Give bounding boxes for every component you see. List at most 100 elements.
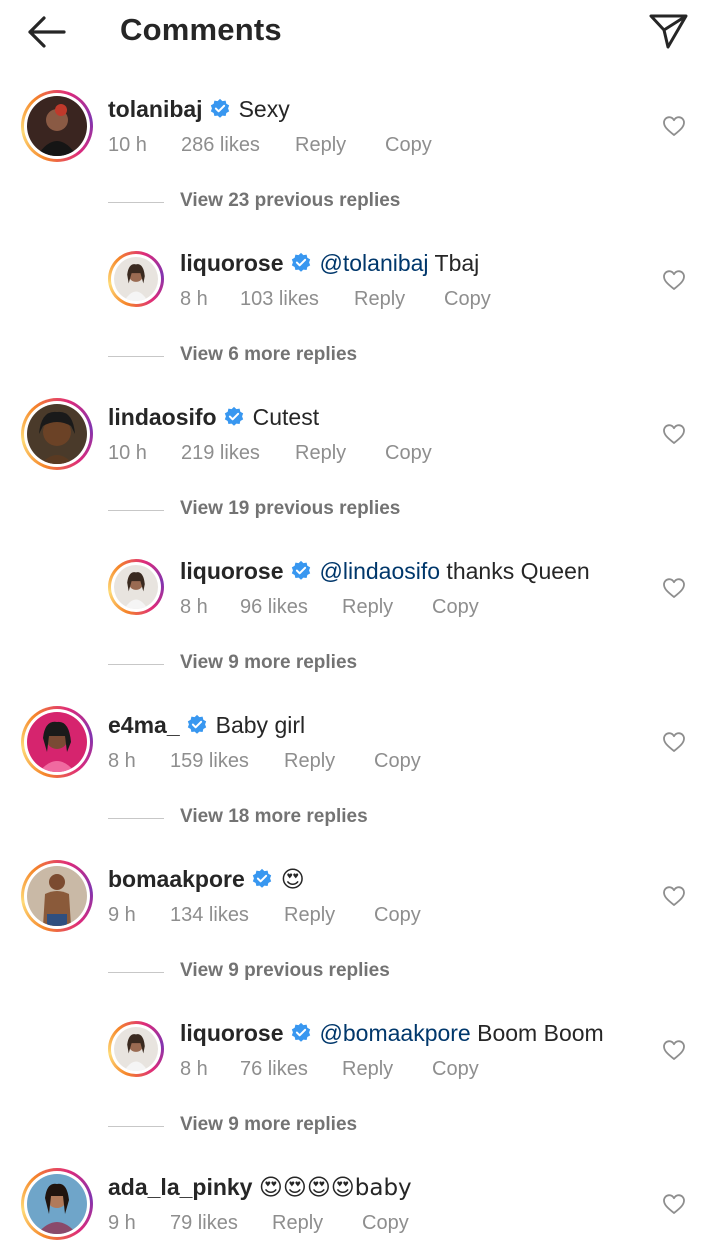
paper-plane-icon: [649, 14, 688, 49]
comment-username[interactable]: lindaosifo: [108, 404, 217, 430]
avatar[interactable]: [21, 860, 93, 932]
comment-text: 😍😍😍😍baby: [258, 1175, 412, 1201]
copy-button[interactable]: Copy: [385, 134, 432, 157]
view-more-label: View 6 more replies: [180, 344, 358, 365]
view-replies-label: View 18 more replies: [180, 806, 368, 827]
comment-username[interactable]: tolanibaj: [108, 96, 203, 122]
comment-body: e4ma_ Baby girl: [108, 712, 305, 739]
view-more-label: View 9 more replies: [180, 1114, 358, 1135]
reply-button[interactable]: Reply: [284, 750, 335, 773]
reply-button[interactable]: Reply: [342, 596, 393, 619]
reply-button[interactable]: Reply: [284, 904, 335, 927]
avatar[interactable]: [108, 251, 164, 307]
reply-username[interactable]: liquorose: [180, 1020, 284, 1046]
avatar-photo: [27, 1174, 87, 1234]
reply-body: liquorose @lindaosifo thanks Queen: [180, 558, 590, 585]
heart-icon[interactable]: [662, 885, 686, 907]
reply-text: thanks Queen: [440, 558, 590, 584]
comment-body: lindaosifo Cutest: [108, 404, 319, 431]
reply-text: Tbaj: [428, 250, 480, 276]
avatar[interactable]: [21, 398, 93, 470]
heart-icon[interactable]: [662, 1193, 686, 1215]
heart-icon[interactable]: [662, 577, 686, 599]
avatar[interactable]: [108, 559, 164, 615]
reply-time: 8 h: [180, 1058, 208, 1080]
comment-time: 10 h: [108, 134, 147, 156]
comment-text: Sexy: [238, 96, 290, 122]
reply-button[interactable]: Reply: [272, 1212, 323, 1235]
avatar[interactable]: [108, 1021, 164, 1077]
likes-count[interactable]: 103 likes: [240, 288, 319, 311]
comment-username[interactable]: ada_la_pinky: [108, 1174, 252, 1200]
copy-button[interactable]: Copy: [374, 750, 421, 773]
likes-count[interactable]: 219 likes: [181, 442, 260, 465]
likes-count[interactable]: 79 likes: [170, 1212, 238, 1235]
divider-line: [108, 972, 164, 973]
comment-text: 😍: [280, 867, 305, 893]
heart-icon[interactable]: [662, 269, 686, 291]
comment-body: bomaakpore 😍: [108, 866, 305, 893]
comment-body: tolanibaj Sexy: [108, 96, 290, 123]
page-title: Comments: [120, 12, 282, 47]
comment-text: Baby girl: [215, 712, 306, 738]
view-replies-label: View 19 previous replies: [180, 498, 401, 519]
verified-badge-icon: [291, 1022, 310, 1042]
comment-text: Cutest: [252, 404, 320, 430]
verified-badge-icon: [252, 868, 271, 888]
divider-line: [108, 1126, 164, 1127]
divider-line: [108, 202, 164, 203]
heart-icon[interactable]: [662, 1039, 686, 1061]
back-button[interactable]: [24, 12, 68, 52]
arrow-left-icon: [28, 16, 66, 48]
comment-time: 9 h: [108, 1212, 136, 1234]
avatar[interactable]: [21, 1168, 93, 1240]
avatar-photo: [114, 565, 158, 609]
comment-time: 9 h: [108, 904, 136, 926]
reply-button[interactable]: Reply: [295, 134, 346, 157]
copy-button[interactable]: Copy: [385, 442, 432, 465]
reply-button[interactable]: Reply: [354, 288, 405, 311]
verified-badge-icon: [291, 560, 310, 580]
likes-count[interactable]: 76 likes: [240, 1058, 308, 1081]
header-bar: Comments: [0, 0, 720, 64]
comment-time: 8 h: [108, 750, 136, 772]
reply-username[interactable]: liquorose: [180, 558, 284, 584]
reply-button[interactable]: Reply: [295, 442, 346, 465]
comment-body: ada_la_pinky 😍😍😍😍baby: [108, 1174, 412, 1201]
copy-button[interactable]: Copy: [362, 1212, 409, 1235]
avatar-photo: [27, 404, 87, 464]
likes-count[interactable]: 96 likes: [240, 596, 308, 619]
divider-line: [108, 818, 164, 819]
copy-button[interactable]: Copy: [432, 1058, 479, 1081]
reply-username[interactable]: liquorose: [180, 250, 284, 276]
avatar-photo: [114, 257, 158, 301]
likes-count[interactable]: 159 likes: [170, 750, 249, 773]
mention-link[interactable]: @bomaakpore: [320, 1020, 471, 1046]
reply-body: liquorose @tolanibaj Tbaj: [180, 250, 479, 277]
view-replies-label: View 9 previous replies: [180, 960, 390, 981]
comment-username[interactable]: bomaakpore: [108, 866, 245, 892]
heart-icon[interactable]: [662, 731, 686, 753]
copy-button[interactable]: Copy: [444, 288, 491, 311]
heart-icon[interactable]: [662, 423, 686, 445]
view-replies-label: View 23 previous replies: [180, 190, 401, 211]
copy-button[interactable]: Copy: [374, 904, 421, 927]
mention-link[interactable]: @lindaosifo: [320, 558, 441, 584]
avatar-photo: [27, 96, 87, 156]
verified-badge-icon: [224, 406, 243, 426]
copy-button[interactable]: Copy: [432, 596, 479, 619]
avatar[interactable]: [21, 706, 93, 778]
avatar[interactable]: [21, 90, 93, 162]
reply-button[interactable]: Reply: [342, 1058, 393, 1081]
verified-badge-icon: [187, 714, 206, 734]
likes-count[interactable]: 286 likes: [181, 134, 260, 157]
reply-text: Boom Boom: [470, 1020, 604, 1046]
likes-count[interactable]: 134 likes: [170, 904, 249, 927]
comment-username[interactable]: e4ma_: [108, 712, 180, 738]
divider-line: [108, 510, 164, 511]
heart-icon[interactable]: [662, 115, 686, 137]
reply-time: 8 h: [180, 596, 208, 618]
mention-link[interactable]: @tolanibaj: [320, 250, 429, 276]
share-button[interactable]: [646, 10, 690, 50]
divider-line: [108, 664, 164, 665]
